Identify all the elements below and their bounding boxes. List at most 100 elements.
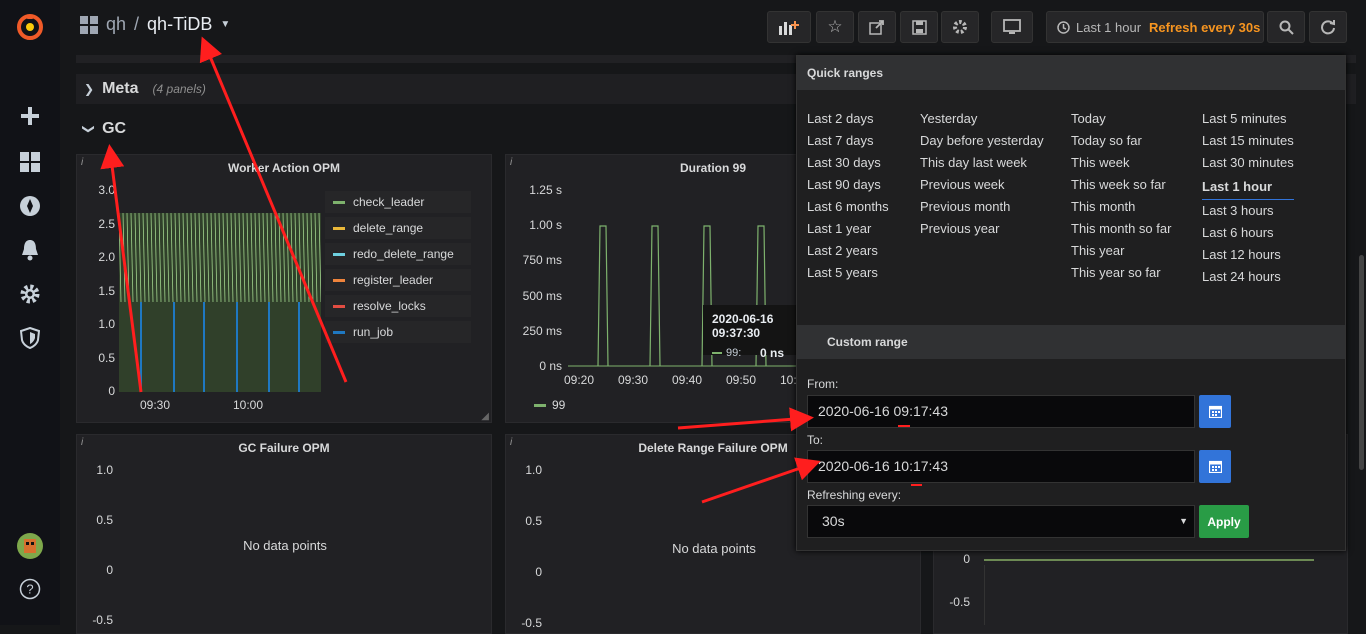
scrollbar-thumb[interactable] — [1359, 255, 1364, 470]
quick-range-item[interactable]: Last 90 days — [807, 174, 889, 196]
quick-range-item[interactable]: Previous year — [920, 218, 1044, 240]
x-tick-label: 09:50 — [726, 373, 757, 387]
refresh-button[interactable] — [1309, 11, 1347, 43]
y-tick-label: 3.0 — [98, 183, 115, 197]
shield-icon[interactable] — [15, 323, 45, 353]
add-panel-button[interactable] — [767, 11, 811, 43]
tooltip-swatch — [712, 352, 722, 354]
tooltip-value: 0 ns — [760, 346, 785, 360]
bell-icon[interactable] — [15, 235, 45, 265]
quick-range-item[interactable]: This month — [1071, 196, 1171, 218]
y-tick-label: 0 — [963, 552, 970, 566]
quick-range-item[interactable]: Day before yesterday — [920, 130, 1044, 152]
from-calendar-button[interactable] — [1199, 395, 1231, 428]
to-calendar-button[interactable] — [1199, 450, 1231, 483]
y-tick-label: 1.0 — [98, 317, 115, 331]
save-button[interactable] — [900, 11, 938, 43]
quick-range-item[interactable]: Previous week — [920, 174, 1044, 196]
y-tick-label: 0 — [535, 565, 542, 579]
gear-icon[interactable] — [15, 279, 45, 309]
question-icon[interactable]: ? — [15, 574, 45, 604]
zoom-out-button[interactable] — [1267, 11, 1305, 43]
legend-item[interactable]: 99 — [534, 398, 565, 412]
legend-label: check_leader — [353, 195, 425, 209]
quick-range-item[interactable]: This month so far — [1071, 218, 1171, 240]
quick-ranges-col-2: Yesterday Day before yesterday This day la… — [920, 108, 1044, 240]
quick-range-item[interactable]: Last 6 hours — [1202, 222, 1294, 244]
add-panel-icon — [779, 21, 799, 35]
panel-worker-action-opm[interactable]: i Worker Action OPM 3.0 2.5 2.0 1.5 1.0 0.5 0 … — [76, 154, 492, 423]
quick-range-item[interactable]: This day last week — [920, 152, 1044, 174]
y-tick-label: 2.5 — [98, 216, 115, 231]
breadcrumb[interactable]: qh / qh-TiDB ▼ — [80, 14, 230, 35]
quick-range-item[interactable]: Last 1 hour — [1202, 174, 1294, 200]
y-tick-label: 1.00 s — [529, 218, 562, 233]
settings-button[interactable] — [941, 11, 979, 43]
quick-range-item[interactable]: Last 1 year — [807, 218, 889, 240]
to-input[interactable]: 2020-06-16 10:17:43 — [807, 450, 1195, 483]
quick-range-item[interactable]: This year — [1071, 240, 1171, 262]
quick-range-item[interactable]: Last 24 hours — [1202, 266, 1294, 288]
refresh-interval-select[interactable]: 30s ▼ — [807, 505, 1195, 538]
row-gc[interactable]: ❯ GC — [76, 114, 126, 144]
y-tick-label: 0 — [108, 384, 115, 398]
tv-mode-button[interactable] — [991, 11, 1033, 43]
dashboard-title[interactable]: qh-TiDB — [147, 14, 212, 35]
y-tick-label: -0.5 — [521, 616, 542, 630]
quick-range-item[interactable]: Last 15 minutes — [1202, 130, 1294, 152]
x-tick-label: 09:30 — [140, 398, 171, 412]
search-icon — [1279, 20, 1294, 35]
no-data-message: No data points — [243, 538, 327, 553]
grafana-logo-icon[interactable] — [15, 12, 45, 42]
quick-range-item[interactable]: Last 3 hours — [1202, 200, 1294, 222]
to-label: To: — [807, 433, 824, 447]
scrollbar[interactable] — [1357, 55, 1366, 625]
quick-ranges-col-4: Last 5 minutes Last 15 minutes Last 30 min… — [1202, 108, 1294, 288]
quick-range-item[interactable]: Last 30 days — [807, 152, 889, 174]
quick-range-item[interactable]: This week — [1071, 152, 1171, 174]
time-picker-dropdown: Quick ranges Last 2 days Last 7 days Last … — [796, 55, 1346, 551]
folder-name[interactable]: qh — [106, 14, 126, 35]
grid-icon[interactable] — [15, 147, 45, 177]
quick-range-item[interactable]: Last 5 years — [807, 262, 889, 284]
quick-range-item[interactable]: Last 30 minutes — [1202, 152, 1294, 174]
plus-icon[interactable] — [15, 101, 45, 131]
quick-range-item[interactable]: Yesterday — [920, 108, 1044, 130]
quick-range-item[interactable]: Last 5 minutes — [1202, 108, 1294, 130]
from-input[interactable]: 2020-06-16 09:17:43 — [807, 395, 1195, 428]
legend-item[interactable]: resolve_locks — [325, 295, 471, 317]
quick-range-item[interactable]: This year so far — [1071, 262, 1171, 284]
refresh-interval-label: Refresh every 30s — [1149, 19, 1261, 35]
legend-item[interactable]: register_leader — [325, 269, 471, 291]
quick-range-item[interactable]: Last 6 months — [807, 196, 889, 218]
time-picker-button[interactable]: Last 1 hour Refresh every 30s — [1046, 11, 1264, 43]
row-gc-title: GC — [102, 120, 127, 137]
svg-text:?: ? — [26, 582, 33, 597]
legend-item[interactable]: delete_range — [325, 217, 471, 239]
star-button[interactable]: ☆ — [816, 11, 854, 43]
quick-range-item[interactable]: Last 2 years — [807, 240, 889, 262]
legend-item[interactable]: check_leader — [325, 191, 471, 213]
avatar[interactable] — [15, 531, 45, 561]
legend-item[interactable]: run_job — [325, 321, 471, 343]
resize-handle-icon[interactable]: ◢ — [481, 411, 489, 422]
y-tick-label: 500 ms — [522, 288, 562, 303]
quick-range-item[interactable]: Today — [1071, 108, 1171, 130]
share-button[interactable] — [858, 11, 896, 43]
y-tick-label: 0 — [106, 563, 113, 577]
compass-icon[interactable] — [15, 191, 45, 221]
legend-swatch — [333, 252, 345, 256]
gear-icon — [953, 20, 967, 34]
legend-swatch — [333, 200, 345, 204]
quick-range-item[interactable]: Last 12 hours — [1202, 244, 1294, 266]
quick-range-item[interactable]: This week so far — [1071, 174, 1171, 196]
panel-gc-failure-opm[interactable]: i GC Failure OPM 1.0 0.5 0 -0.5 No data poi… — [76, 434, 492, 634]
apply-button[interactable]: Apply — [1199, 505, 1249, 538]
quick-range-item[interactable]: Today so far — [1071, 130, 1171, 152]
monitor-icon — [1003, 19, 1021, 34]
top-navbar: qh / qh-TiDB ▼ ☆ Last 1 hour Refresh eve… — [60, 0, 1366, 55]
quick-range-item[interactable]: Last 7 days — [807, 130, 889, 152]
quick-range-item[interactable]: Last 2 days — [807, 108, 889, 130]
legend-item[interactable]: redo_delete_range — [325, 243, 471, 265]
quick-range-item[interactable]: Previous month — [920, 196, 1044, 218]
